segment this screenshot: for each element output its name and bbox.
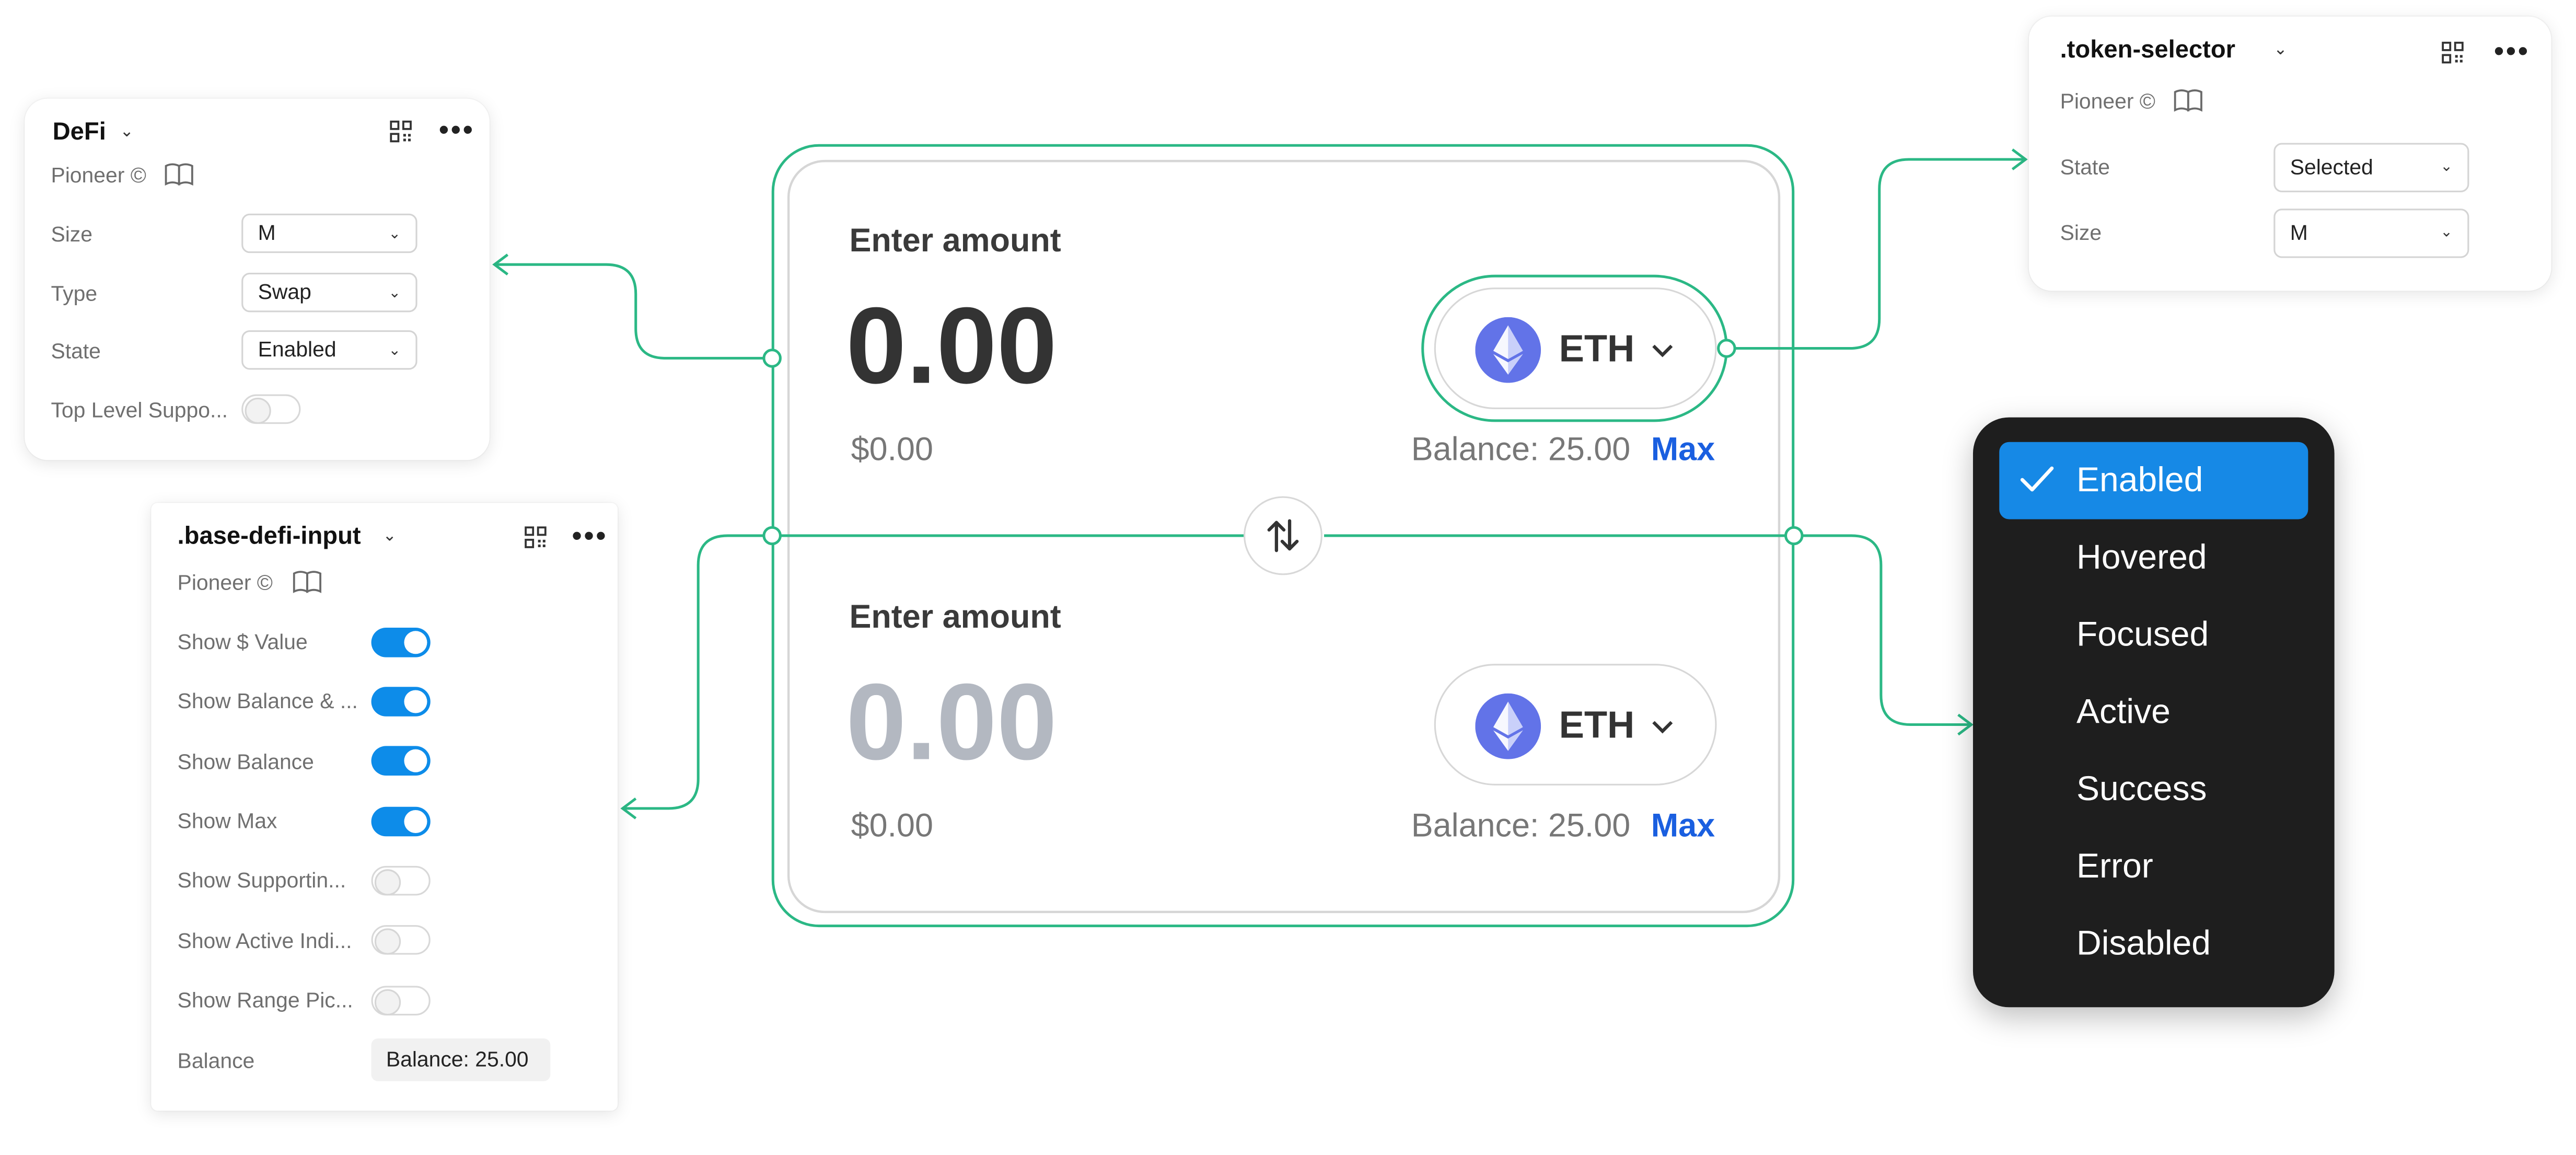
book-icon[interactable]: [164, 163, 194, 186]
top-level-toggle[interactable]: [241, 394, 301, 424]
state-value: Selected: [2290, 154, 2373, 179]
menu-item-label: Active: [2076, 693, 2171, 732]
library-name: Pioneer ©: [177, 570, 273, 595]
chevron-down-icon: ⌄: [388, 225, 401, 242]
bottom-balance: Balance: 25.00: [1411, 808, 1631, 845]
show-supporting-toggle[interactable]: [371, 865, 431, 896]
top-max-button[interactable]: Max: [1651, 432, 1715, 470]
swap-arrows-icon: [1267, 519, 1299, 552]
more-dots-icon[interactable]: •••: [438, 115, 474, 145]
panel-title: DeFi: [52, 118, 106, 146]
checkmark-icon: [2020, 466, 2054, 492]
token-selector-panel: .token-selector ⌄ ••• Pioneer © State Se…: [2028, 16, 2551, 291]
show-value-label: Show $ Value: [177, 629, 308, 654]
show-balance-toggle[interactable]: [371, 746, 431, 776]
menu-item-label: Hovered: [2076, 539, 2207, 577]
show-balance-and-label: Show Balance & ...: [177, 688, 358, 713]
type-label: Type: [51, 281, 98, 306]
top-level-label: Top Level Suppo...: [51, 397, 228, 423]
chevron-down-icon: ⌄: [388, 284, 401, 301]
menu-item-focused[interactable]: Focused: [1999, 596, 2308, 674]
library-name: Pioneer ©: [51, 163, 146, 188]
library-name: Pioneer ©: [2060, 88, 2155, 113]
menu-item-label: Success: [2076, 770, 2207, 808]
show-balance-and-toggle[interactable]: [371, 687, 431, 717]
show-max-toggle[interactable]: [371, 806, 431, 837]
show-range-picker-label: Show Range Pic...: [177, 987, 353, 1012]
size-value: M: [2290, 220, 2308, 245]
chevron-down-icon: [1652, 344, 1673, 357]
component-grid-icon[interactable]: [524, 526, 547, 549]
eth-logo-icon: [1475, 317, 1541, 383]
more-dots-icon[interactable]: •••: [572, 521, 608, 551]
base-defi-input-panel: .base-defi-input ⌄ ••• Pioneer © Show $ …: [151, 503, 618, 1111]
book-icon[interactable]: [2174, 89, 2203, 112]
chevron-down-icon[interactable]: ⌄: [120, 123, 134, 142]
menu-item-active[interactable]: Active: [1999, 674, 2308, 751]
bottom-token-symbol: ETH: [1559, 703, 1635, 746]
menu-item-enabled[interactable]: Enabled: [1999, 442, 2308, 519]
show-active-indicator-toggle[interactable]: [371, 925, 431, 955]
menu-item-hovered[interactable]: Hovered: [1999, 519, 2308, 597]
chevron-down-icon: ⌄: [388, 341, 401, 359]
menu-item-label: Enabled: [2076, 461, 2203, 500]
eth-logo-icon: [1475, 693, 1541, 759]
state-label: State: [2060, 154, 2110, 179]
menu-item-success[interactable]: Success: [1999, 751, 2308, 828]
top-amount-input[interactable]: 0.00: [846, 283, 1057, 408]
bottom-usd-value: $0.00: [851, 808, 933, 845]
swap-direction-button[interactable]: [1244, 496, 1322, 575]
chevron-down-icon[interactable]: ⌄: [383, 527, 397, 546]
size-select[interactable]: M ⌄: [2273, 209, 2469, 258]
bottom-token-selector[interactable]: ETH: [1434, 664, 1717, 786]
state-label: State: [51, 338, 101, 363]
chevron-down-icon[interactable]: ⌄: [2273, 41, 2287, 60]
size-select[interactable]: M ⌄: [241, 213, 417, 253]
panel-title: .token-selector: [2060, 36, 2236, 64]
balance-label: Balance: [177, 1048, 255, 1073]
menu-item-label: Disabled: [2076, 925, 2211, 963]
component-grid-icon[interactable]: [2441, 41, 2464, 64]
top-input-heading: Enter amount: [849, 223, 1061, 260]
show-range-picker-toggle[interactable]: [371, 986, 431, 1015]
top-usd-value: $0.00: [851, 432, 933, 469]
menu-item-disabled[interactable]: Disabled: [1999, 905, 2308, 983]
bottom-amount-input[interactable]: 0.00: [846, 659, 1057, 784]
menu-item-label: Error: [2076, 848, 2153, 886]
size-label: Size: [2060, 220, 2102, 245]
state-dropdown-menu: Enabled Hovered Focused Active Success E…: [1972, 417, 2335, 1008]
panel-title: .base-defi-input: [177, 522, 361, 551]
type-value: Swap: [258, 279, 311, 304]
state-select[interactable]: Enabled ⌄: [241, 330, 417, 370]
state-value: Enabled: [258, 337, 336, 362]
chevron-down-icon: ⌄: [2440, 157, 2453, 175]
size-label: Size: [51, 222, 92, 247]
show-max-label: Show Max: [177, 808, 277, 834]
bottom-input-heading: Enter amount: [849, 599, 1061, 636]
more-dots-icon[interactable]: •••: [2494, 36, 2530, 66]
component-grid-icon[interactable]: [389, 120, 412, 143]
menu-item-label: Focused: [2076, 616, 2209, 654]
show-supporting-label: Show Supportin...: [177, 868, 346, 893]
show-balance-label: Show Balance: [177, 749, 314, 774]
top-token-symbol: ETH: [1559, 327, 1635, 370]
balance-text-field[interactable]: Balance: 25.00: [371, 1038, 551, 1081]
book-icon[interactable]: [293, 570, 322, 593]
type-select[interactable]: Swap ⌄: [241, 272, 417, 313]
state-select[interactable]: Selected ⌄: [2273, 143, 2469, 192]
bottom-max-button[interactable]: Max: [1651, 808, 1715, 846]
show-active-indicator-label: Show Active Indi...: [177, 928, 352, 953]
menu-item-error[interactable]: Error: [1999, 828, 2308, 906]
top-token-selector[interactable]: ETH: [1434, 287, 1717, 409]
size-value: M: [258, 220, 276, 245]
canvas: DeFi ⌄ ••• Pioneer © Size M ⌄ Type Swap ⌄ …: [0, 0, 2576, 1155]
defi-properties-panel: DeFi ⌄ ••• Pioneer © Size M ⌄ Type Swap ⌄ …: [25, 98, 490, 460]
chevron-down-icon: ⌄: [2440, 223, 2453, 240]
show-value-toggle[interactable]: [371, 628, 431, 657]
chevron-down-icon: [1652, 721, 1673, 734]
top-balance: Balance: 25.00: [1411, 432, 1631, 469]
